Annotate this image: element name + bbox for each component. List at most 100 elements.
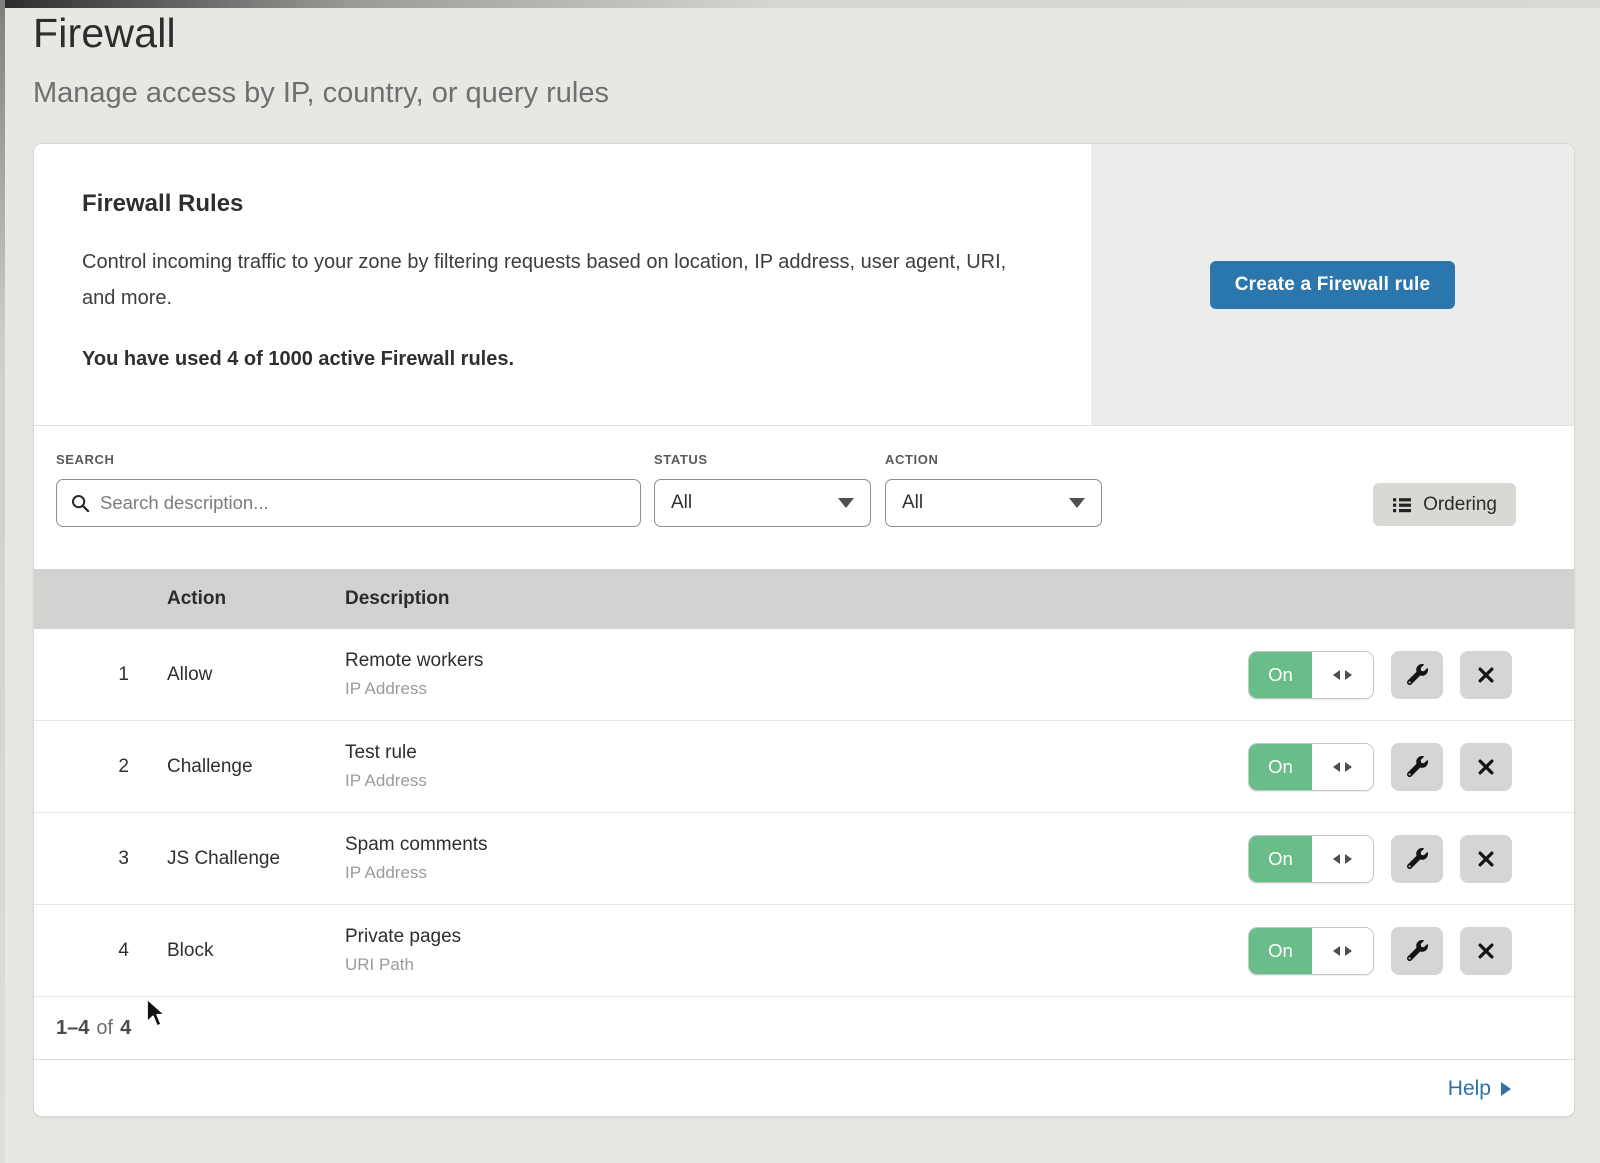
help-link-label: Help [1448,1077,1491,1101]
rule-description: Private pages [345,926,1248,948]
edit-rule-button[interactable] [1391,927,1443,975]
wrench-icon [1407,664,1428,685]
rule-controls: On [1248,651,1574,699]
window-top-edge [0,0,1600,8]
search-filter-group: SEARCH [56,452,641,569]
rule-description: Spam comments [345,834,1248,856]
rule-field-type: IP Address [345,679,1248,699]
toggle-on-label: On [1249,836,1312,882]
rule-field-type: IP Address [345,863,1248,883]
rules-card-description: Control incoming traffic to your zone by… [82,244,1032,316]
status-dropdown-value: All [671,492,692,514]
toggle-handle[interactable] [1312,836,1373,882]
table-row: 3 JS Challenge Spam comments IP Address … [34,813,1574,905]
rule-action: Challenge [167,756,345,778]
rules-intro-section: Firewall Rules Control incoming traffic … [34,144,1574,426]
table-row: 1 Allow Remote workers IP Address On [34,629,1574,721]
filters-bar: SEARCH STATUS All ACTION All [34,426,1574,569]
status-filter-group: STATUS All [654,452,871,569]
page-header: Firewall Manage access by IP, country, o… [0,0,1600,110]
rules-usage-text: You have used 4 of 1000 active Firewall … [82,348,1043,371]
wrench-icon [1407,848,1428,869]
action-dropdown[interactable]: All [885,479,1102,527]
rule-description-cell: Private pages URI Path [345,926,1248,975]
search-icon [71,494,90,513]
rule-controls: On [1248,927,1574,975]
rule-enabled-toggle[interactable]: On [1248,835,1374,883]
chevron-down-icon [1069,498,1085,508]
pagination: 1–4 of 4 [34,997,1574,1059]
create-rule-panel: Create a Firewall rule [1091,144,1574,425]
close-icon [1477,758,1495,776]
table-body: 1 Allow Remote workers IP Address On [34,629,1574,997]
rule-action: Block [167,940,345,962]
toggle-handle[interactable] [1312,744,1373,790]
table-header: Action Description [34,569,1574,629]
rule-description-cell: Test rule IP Address [345,742,1248,791]
description-column-header: Description [345,588,1574,610]
pagination-of: of [96,1017,113,1040]
rule-action: Allow [167,664,345,686]
action-column-header: Action [167,588,345,610]
action-filter-group: ACTION All [885,452,1102,569]
ordering-button[interactable]: Ordering [1373,483,1516,526]
pagination-total: 4 [120,1017,131,1040]
ordering-list-icon [1392,495,1412,515]
close-icon [1477,666,1495,684]
toggle-on-label: On [1249,652,1312,698]
edit-rule-button[interactable] [1391,835,1443,883]
arrow-right-icon [1501,1082,1511,1096]
toggle-on-label: On [1249,928,1312,974]
arrow-right-icon [1345,762,1352,772]
rule-field-type: IP Address [345,771,1248,791]
rule-field-type: URI Path [345,955,1248,975]
arrow-left-icon [1333,854,1340,864]
toggle-handle[interactable] [1312,652,1373,698]
ordering-button-label: Ordering [1423,494,1497,516]
toggle-handle[interactable] [1312,928,1373,974]
wrench-icon [1407,756,1428,777]
create-firewall-rule-button[interactable]: Create a Firewall rule [1210,261,1456,309]
rule-description-cell: Remote workers IP Address [345,650,1248,699]
arrow-left-icon [1333,762,1340,772]
rule-priority: 4 [34,940,167,962]
edit-rule-button[interactable] [1391,743,1443,791]
firewall-rules-card: Firewall Rules Control incoming traffic … [33,143,1575,1117]
arrow-left-icon [1333,670,1340,680]
status-dropdown[interactable]: All [654,479,871,527]
rule-description-cell: Spam comments IP Address [345,834,1248,883]
chevron-down-icon [838,498,854,508]
page-subtitle: Manage access by IP, country, or query r… [33,77,1600,110]
action-dropdown-value: All [902,492,923,514]
delete-rule-button[interactable] [1460,927,1512,975]
edit-rule-button[interactable] [1391,651,1443,699]
search-input[interactable] [100,492,626,514]
rule-description: Test rule [345,742,1248,764]
rule-enabled-toggle[interactable]: On [1248,927,1374,975]
rule-action: JS Challenge [167,848,345,870]
rule-priority: 2 [34,756,167,778]
window-left-edge [0,0,5,1163]
delete-rule-button[interactable] [1460,835,1512,883]
table-row: 2 Challenge Test rule IP Address On [34,721,1574,813]
rule-controls: On [1248,743,1574,791]
help-link[interactable]: Help [1448,1077,1511,1101]
rule-controls: On [1248,835,1574,883]
search-label: SEARCH [56,452,641,467]
delete-rule-button[interactable] [1460,651,1512,699]
rule-priority: 1 [34,664,167,686]
wrench-icon [1407,940,1428,961]
arrow-right-icon [1345,854,1352,864]
search-box [56,479,641,527]
arrow-right-icon [1345,670,1352,680]
toggle-on-label: On [1249,744,1312,790]
rule-enabled-toggle[interactable]: On [1248,651,1374,699]
rules-intro-text: Firewall Rules Control incoming traffic … [34,144,1091,425]
page-title: Firewall [33,10,1600,57]
help-row: Help [34,1059,1574,1117]
rule-enabled-toggle[interactable]: On [1248,743,1374,791]
rules-card-title: Firewall Rules [82,190,1043,218]
table-row: 4 Block Private pages URI Path On [34,905,1574,997]
delete-rule-button[interactable] [1460,743,1512,791]
arrow-left-icon [1333,946,1340,956]
